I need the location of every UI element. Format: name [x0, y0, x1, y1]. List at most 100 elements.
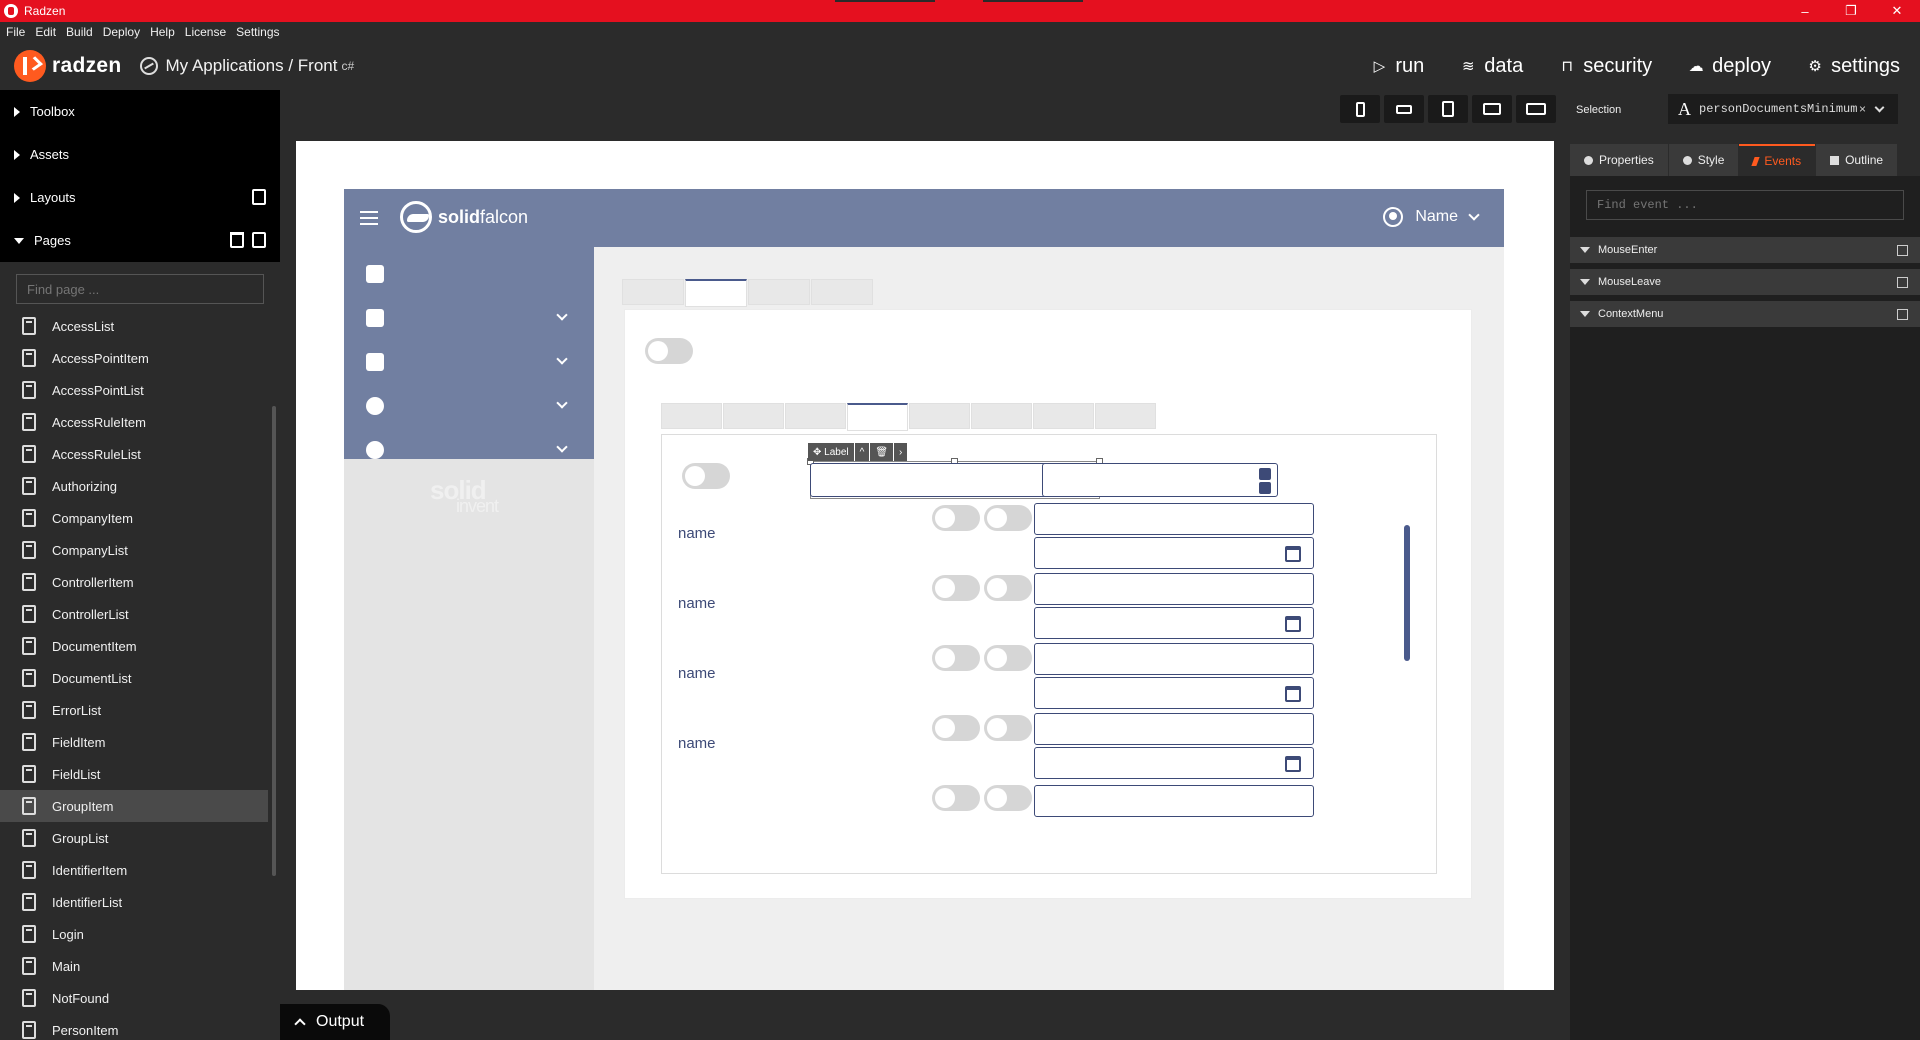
page-item-accesspointlist[interactable]: AccessPointList — [0, 374, 268, 406]
selection-dropdown[interactable]: A personDocumentsMinimum × — [1668, 94, 1898, 124]
device-phone-button[interactable] — [1340, 95, 1380, 123]
outer-tab[interactable] — [811, 279, 873, 305]
toggle-switch[interactable] — [932, 505, 980, 531]
hamburger-icon[interactable] — [360, 211, 378, 225]
device-tablet-button[interactable] — [1428, 95, 1468, 123]
preview-nav-settings[interactable] — [344, 383, 594, 427]
inner-tab-selected[interactable] — [847, 403, 908, 431]
menu-file[interactable]: File — [6, 25, 25, 39]
tab-outline[interactable]: Outline — [1816, 144, 1898, 176]
page-item-documentitem[interactable]: DocumentItem — [0, 630, 268, 662]
add-page-icon[interactable] — [252, 232, 266, 248]
text-input[interactable] — [1034, 785, 1314, 817]
inner-tab[interactable] — [661, 403, 722, 429]
date-picker[interactable] — [1034, 747, 1314, 779]
nav-settings[interactable]: ⚙ settings — [1807, 55, 1900, 78]
breadcrumb[interactable]: My Applications / Front c# — [139, 56, 354, 76]
toggle-switch[interactable] — [932, 715, 980, 741]
outer-tab[interactable] — [622, 279, 684, 305]
toggle-switch[interactable] — [932, 575, 980, 601]
page-item-main[interactable]: Main — [0, 950, 268, 982]
page-item-grouplist[interactable]: GroupList — [0, 822, 268, 854]
toggle-switch[interactable] — [984, 645, 1032, 671]
nav-data[interactable]: ≋ data — [1460, 55, 1523, 78]
menu-deploy[interactable]: Deploy — [103, 25, 140, 39]
page-item-notfound[interactable]: NotFound — [0, 982, 268, 1014]
sidebar-scrollbar[interactable] — [272, 406, 276, 876]
find-event-input[interactable] — [1586, 190, 1904, 220]
toggle-switch[interactable] — [984, 575, 1032, 601]
section-assets[interactable]: Assets — [0, 133, 280, 176]
select-parent-button[interactable]: ^ — [854, 443, 870, 461]
toggle-switch[interactable] — [984, 715, 1032, 741]
radzen-logo[interactable]: radzen — [14, 50, 122, 82]
device-desktop-button[interactable] — [1516, 95, 1556, 123]
close-window-button[interactable]: ✕ — [1874, 0, 1920, 22]
date-picker[interactable] — [1034, 537, 1314, 569]
next-component-button[interactable]: › — [894, 443, 908, 461]
preview-nav-support[interactable] — [344, 427, 594, 471]
event-mouseleave[interactable]: MouseLeave — [1570, 269, 1920, 295]
tab-style[interactable]: Style — [1668, 144, 1739, 176]
add-layout-icon[interactable] — [252, 189, 266, 205]
edit-icon[interactable] — [1897, 277, 1908, 288]
section-layouts[interactable]: Layouts — [0, 176, 280, 219]
move-handle[interactable]: ✥ Label — [808, 443, 854, 461]
text-input[interactable] — [1034, 643, 1314, 675]
section-toolbox[interactable]: Toolbox — [0, 90, 280, 133]
page-item-groupitem[interactable]: GroupItem — [0, 790, 268, 822]
inner-scrollbar[interactable] — [1404, 525, 1410, 661]
toggle-switch[interactable] — [984, 505, 1032, 531]
device-phone-landscape-button[interactable] — [1384, 95, 1424, 123]
date-picker[interactable] — [1034, 677, 1314, 709]
page-item-documentlist[interactable]: DocumentList — [0, 662, 268, 694]
page-item-accessruleitem[interactable]: AccessRuleItem — [0, 406, 268, 438]
design-canvas[interactable]: solidfalcon Name solid invent ✥ Label ^ … — [296, 141, 1789, 1040]
preview-nav-contacts[interactable] — [344, 295, 594, 339]
text-input[interactable] — [1034, 573, 1314, 605]
menu-edit[interactable]: Edit — [35, 25, 56, 39]
delete-page-icon[interactable] — [230, 232, 244, 248]
nav-deploy[interactable]: ☁ deploy — [1688, 55, 1771, 78]
page-item-fieldlist[interactable]: FieldList — [0, 758, 268, 790]
inner-tab[interactable] — [785, 403, 846, 429]
nav-run[interactable]: ▷ run — [1371, 55, 1425, 78]
delete-component-button[interactable]: 🗑 — [870, 443, 894, 461]
output-tab[interactable]: Output — [280, 1004, 390, 1040]
text-input[interactable] — [1034, 713, 1314, 745]
minimize-button[interactable]: – — [1782, 0, 1828, 22]
inner-tab[interactable] — [971, 403, 1032, 429]
page-item-accesspointitem[interactable]: AccessPointItem — [0, 342, 268, 374]
inner-tab[interactable] — [1033, 403, 1094, 429]
page-item-fielditem[interactable]: FieldItem — [0, 726, 268, 758]
spinner-icon[interactable] — [1259, 468, 1271, 494]
calendar-icon[interactable] — [1285, 546, 1301, 562]
nav-security[interactable]: ⊓ security — [1559, 55, 1652, 78]
calendar-icon[interactable] — [1285, 686, 1301, 702]
find-page-input[interactable] — [16, 274, 264, 304]
menu-license[interactable]: License — [185, 25, 226, 39]
edit-icon[interactable] — [1897, 245, 1908, 256]
page-item-companyitem[interactable]: CompanyItem — [0, 502, 268, 534]
outer-tab-selected[interactable] — [685, 279, 747, 307]
menu-help[interactable]: Help — [150, 25, 175, 39]
page-item-personitem[interactable]: PersonItem — [0, 1014, 268, 1040]
clear-selection-icon[interactable]: × — [1859, 102, 1866, 116]
text-input[interactable] — [1034, 503, 1314, 535]
preview-nav-dashboard[interactable] — [344, 251, 594, 295]
date-picker[interactable] — [1034, 607, 1314, 639]
calendar-icon[interactable] — [1285, 756, 1301, 772]
page-item-companylist[interactable]: CompanyList — [0, 534, 268, 566]
page-item-accessrulelist[interactable]: AccessRuleList — [0, 438, 268, 470]
toggle-switch[interactable] — [984, 785, 1032, 811]
toggle-switch[interactable] — [682, 463, 730, 489]
toggle-switch[interactable] — [645, 338, 693, 364]
toggle-switch[interactable] — [932, 785, 980, 811]
page-item-identifieritem[interactable]: IdentifierItem — [0, 854, 268, 886]
menu-settings[interactable]: Settings — [236, 25, 279, 39]
tab-events[interactable]: Events — [1739, 144, 1816, 176]
page-item-login[interactable]: Login — [0, 918, 268, 950]
edit-icon[interactable] — [1897, 309, 1908, 320]
device-tablet-landscape-button[interactable] — [1472, 95, 1512, 123]
page-item-identifierlist[interactable]: IdentifierList — [0, 886, 268, 918]
